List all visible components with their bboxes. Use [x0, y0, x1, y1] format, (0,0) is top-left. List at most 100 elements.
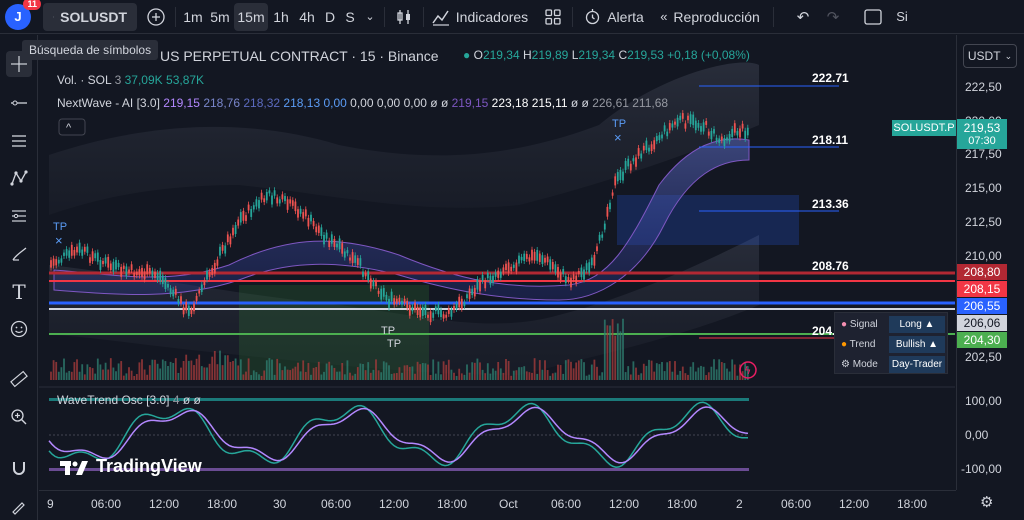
- candle-body: [122, 265, 125, 269]
- timeframe-1m[interactable]: 1m: [180, 3, 206, 31]
- candle-body: [666, 131, 669, 137]
- volume-bar: [510, 375, 513, 380]
- level-label-213: 213.36: [812, 197, 849, 211]
- volume-bar: [416, 361, 419, 380]
- timeframe-15m[interactable]: 15m: [234, 2, 268, 31]
- volume-bar: [653, 371, 656, 380]
- candle-body: [502, 267, 505, 273]
- volume-bar: [245, 371, 247, 380]
- volume-bar: [50, 371, 52, 380]
- volume-bar: [619, 331, 622, 380]
- fire-icon-label: ● Trend: [841, 339, 876, 350]
- right-menu-partial[interactable]: Si: [892, 3, 912, 31]
- candle-body: [226, 234, 229, 243]
- volume-bar: [302, 360, 305, 380]
- volume-bar: [221, 365, 224, 380]
- fibonacci-icon[interactable]: [6, 203, 32, 229]
- candle-body: [622, 171, 624, 181]
- redo-button[interactable]: ↷: [818, 3, 848, 31]
- candle-body: [416, 306, 419, 316]
- volume-bar: [273, 374, 276, 380]
- alert-button[interactable]: Alerta: [577, 3, 651, 31]
- chart-type-button[interactable]: [389, 3, 419, 31]
- volume-bar: [187, 360, 190, 380]
- candle-body: [570, 277, 572, 288]
- timeframe-s[interactable]: S: [340, 3, 360, 31]
- volume-bar: [471, 362, 474, 380]
- candle-body: [546, 256, 549, 263]
- candle-body: [125, 266, 128, 277]
- symbol-search-button[interactable]: SOLUSDT: [43, 2, 137, 31]
- volume-bar: [616, 323, 619, 380]
- timeframe-5m[interactable]: 5m: [206, 3, 234, 31]
- dot-icon: ●: [463, 48, 471, 62]
- candle-body: [427, 314, 429, 318]
- timeframe-dropdown[interactable]: ⌄: [360, 3, 380, 31]
- tp-marker-mid: TP: [387, 338, 401, 350]
- candle-body: [567, 277, 570, 281]
- candle-body: [575, 275, 578, 284]
- volume-bar: [250, 375, 253, 380]
- volume-bar: [705, 375, 708, 380]
- lines-menu-icon[interactable]: [6, 128, 32, 154]
- candle-body: [89, 257, 91, 263]
- text-tool-icon[interactable]: T: [6, 279, 32, 305]
- add-symbol-button[interactable]: [141, 3, 171, 31]
- horizontal-ray-icon[interactable]: [6, 90, 32, 116]
- undo-button[interactable]: ↶: [788, 3, 818, 31]
- volume-bar: [351, 375, 354, 380]
- candle-body: [564, 276, 567, 284]
- candle-body: [510, 266, 513, 272]
- zoom-icon[interactable]: [6, 404, 32, 430]
- magnet-icon[interactable]: [6, 455, 32, 481]
- price-axis[interactable]: USDT⌄ 222,50 220,00 217,50 215,00 212,50…: [956, 35, 1024, 490]
- candle-body: [588, 262, 591, 273]
- candle-body: [271, 195, 273, 205]
- time-label: 18:00: [897, 497, 928, 511]
- candle-body: [278, 199, 281, 204]
- layouts-button[interactable]: [538, 3, 568, 31]
- candle-body: [349, 257, 351, 261]
- volume-bar: [65, 372, 68, 380]
- currency-selector[interactable]: USDT ⌄: [963, 44, 1017, 68]
- candle-body: [421, 306, 424, 316]
- lock-drawing-icon[interactable]: [6, 493, 32, 519]
- candle-body: [557, 267, 559, 278]
- settings-gear-icon[interactable]: ⚙: [980, 493, 993, 511]
- time-axis[interactable]: 9 06:00 12:00 18:00 30 06:00 12:00 18:00…: [39, 490, 956, 520]
- candle-body: [687, 115, 689, 121]
- replay-button[interactable]: « Reproducción: [651, 3, 769, 31]
- fullscreen-button[interactable]: [858, 3, 888, 31]
- volume-bar: [637, 374, 640, 380]
- candle-body: [541, 255, 544, 265]
- candle-body: [260, 192, 263, 200]
- time-label: 06:00: [551, 497, 582, 511]
- indicators-button[interactable]: Indicadores: [428, 3, 532, 31]
- timeframe-d[interactable]: D: [320, 3, 340, 31]
- price-tick: 210,00: [965, 249, 1002, 263]
- brush-icon[interactable]: [6, 241, 32, 267]
- timeframe-4h[interactable]: 4h: [294, 3, 320, 31]
- emoji-icon[interactable]: [6, 316, 32, 342]
- divider: [773, 6, 774, 27]
- price-tag-206-55: 206,55: [957, 298, 1007, 314]
- brain-icon-label: ● Signal: [841, 319, 878, 330]
- tradingview-logo[interactable]: TradingView: [60, 456, 202, 477]
- candle-body: [692, 114, 695, 126]
- candle-body: [356, 258, 359, 265]
- volume-bar: [99, 364, 102, 380]
- volume-bar: [265, 360, 268, 380]
- candle-body: [143, 271, 146, 280]
- volume-bar: [427, 364, 429, 380]
- pattern-icon[interactable]: [6, 165, 32, 191]
- ruler-icon[interactable]: [6, 366, 32, 392]
- candle-body: [736, 131, 739, 136]
- divider: [423, 6, 424, 27]
- candle-body: [190, 309, 193, 314]
- candle-body: [593, 254, 596, 266]
- timeframe-1h[interactable]: 1h: [268, 3, 294, 31]
- candle-body: [723, 138, 726, 146]
- user-avatar[interactable]: J 11: [5, 0, 41, 30]
- candle-body: [388, 298, 390, 308]
- candle-body: [414, 302, 416, 310]
